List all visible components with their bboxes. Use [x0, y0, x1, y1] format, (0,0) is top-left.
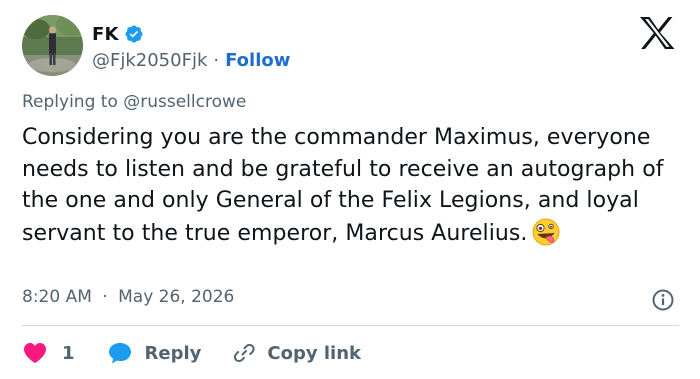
tweet-time: 8:20 AM: [22, 287, 92, 307]
like-button[interactable]: 1: [22, 341, 75, 365]
action-bar: 1 Reply Copy link: [22, 338, 361, 368]
like-count: 1: [62, 342, 75, 364]
zany-face-emoji: [531, 217, 561, 247]
author-handle-row: @Fjk2050Fjk · Follow: [92, 48, 290, 72]
author-name-row: FK: [92, 22, 144, 46]
reply-label: Reply: [144, 342, 202, 364]
copy-link-button[interactable]: Copy link: [231, 341, 361, 365]
author-handle[interactable]: @Fjk2050Fjk: [92, 50, 207, 71]
divider: [22, 325, 679, 326]
link-icon: [231, 341, 257, 365]
replying-to-line[interactable]: Replying to @russellcrowe: [22, 92, 246, 112]
tweet-text: Considering you are the commander Maximu…: [22, 122, 687, 249]
speech-bubble-icon: [107, 341, 133, 365]
display-name[interactable]: FK: [92, 24, 119, 45]
tweet-body: Considering you are the commander Maximu…: [22, 125, 664, 246]
copy-link-label: Copy link: [267, 342, 361, 364]
x-logo-icon[interactable]: [637, 16, 677, 50]
timestamp[interactable]: 8:20 AM · May 26, 2026: [22, 287, 234, 307]
tweet-date: May 26, 2026: [118, 287, 235, 307]
verified-badge-icon: [124, 24, 144, 44]
info-icon[interactable]: [651, 288, 675, 312]
follow-button[interactable]: Follow: [225, 50, 290, 71]
embedded-tweet: FK @Fjk2050Fjk · Follow Replying to @rus…: [0, 0, 700, 379]
handle-separator: ·: [213, 49, 220, 71]
reply-button[interactable]: Reply: [107, 341, 202, 365]
avatar[interactable]: [22, 15, 83, 76]
timestamp-separator: ·: [102, 287, 108, 307]
heart-icon: [22, 341, 48, 365]
